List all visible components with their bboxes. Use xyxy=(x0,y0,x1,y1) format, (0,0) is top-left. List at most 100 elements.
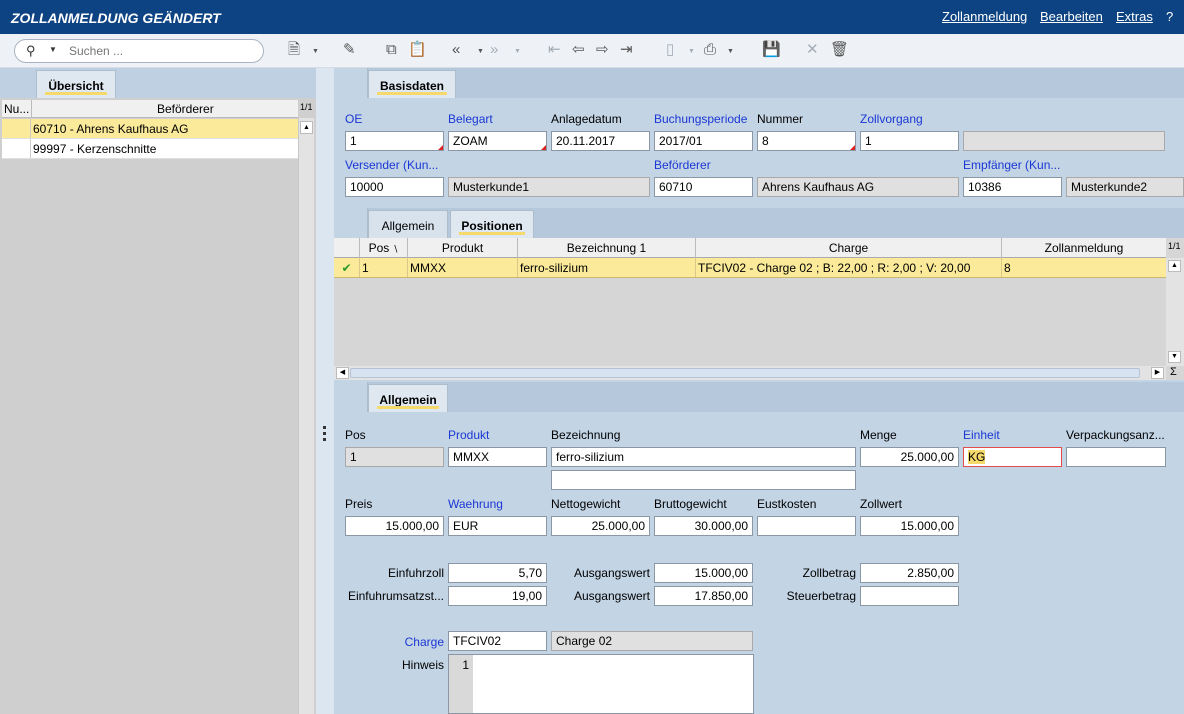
first-record-icon[interactable]: ⇤ xyxy=(548,42,561,58)
column-header-befoerderer[interactable]: Beförderer xyxy=(157,102,214,116)
label-empfaenger[interactable]: Empfänger (Kun... xyxy=(963,158,1060,172)
column-header-charge[interactable]: Charge xyxy=(696,238,1002,258)
preis-field[interactable]: 15.000,00 xyxy=(345,516,444,536)
scroll-left-icon[interactable]: ◀ xyxy=(336,367,349,379)
menu-extras[interactable]: Extras xyxy=(1116,9,1153,24)
column-header-zollanmeldung[interactable]: Zollanmeldung xyxy=(1002,238,1166,258)
menu-bearbeiten[interactable]: Bearbeiten xyxy=(1040,9,1103,24)
tab-uebersicht[interactable]: Übersicht xyxy=(36,70,116,98)
ausgangswert2-field[interactable]: 17.850,00 xyxy=(654,586,753,606)
cancel-icon[interactable]: ✕ xyxy=(806,42,819,58)
versender-field[interactable]: 10000 xyxy=(345,177,444,197)
buchungsperiode-field[interactable]: 2017/01 xyxy=(654,131,753,151)
anlagedatum-field[interactable]: 20.11.2017 xyxy=(551,131,650,151)
column-header-produkt[interactable]: Produkt xyxy=(408,238,518,258)
label-produkt[interactable]: Produkt xyxy=(448,428,489,442)
search-icon[interactable]: ⚲ xyxy=(26,43,36,59)
menu-help[interactable]: ? xyxy=(1166,9,1173,24)
scroll-up-icon[interactable]: ▲ xyxy=(300,121,313,134)
new-document-icon[interactable]: 🗎 xyxy=(288,42,300,58)
charge-field[interactable]: TFCIV02 xyxy=(448,631,547,651)
einheit-field[interactable]: KG xyxy=(963,447,1062,467)
drag-handle-icon[interactable] xyxy=(323,426,327,444)
copy-icon[interactable]: ⧉ xyxy=(386,42,397,58)
new-dropdown-icon[interactable]: ▼ xyxy=(312,48,319,55)
label-versender[interactable]: Versender (Kun... xyxy=(345,158,438,172)
empfaenger-field[interactable]: 10386 xyxy=(963,177,1062,197)
back-dropdown-icon[interactable]: ▼ xyxy=(477,48,484,55)
steuerbetrag-field[interactable] xyxy=(860,586,959,606)
waehrung-field[interactable]: EUR xyxy=(448,516,547,536)
einfuhrzoll-field[interactable]: 5,70 xyxy=(448,563,547,583)
row-selector[interactable] xyxy=(2,139,31,158)
scroll-up-icon[interactable]: ▲ xyxy=(1168,260,1181,272)
nettogewicht-field[interactable]: 25.000,00 xyxy=(551,516,650,536)
tab-basisdaten[interactable]: Basisdaten xyxy=(368,70,456,98)
menu-zollanmeldung[interactable]: Zollanmeldung xyxy=(942,9,1027,24)
edit-icon[interactable]: ✎ xyxy=(343,42,356,58)
row-selector[interactable] xyxy=(2,119,31,138)
bezeichnung2-field[interactable] xyxy=(551,470,856,490)
column-header-bezeichnung[interactable]: Bezeichnung 1 xyxy=(518,238,696,258)
verpackung-field[interactable] xyxy=(1066,447,1166,467)
next-record-icon[interactable]: ⇨ xyxy=(596,42,609,58)
zollbetrag-field[interactable]: 2.850,00 xyxy=(860,563,959,583)
delete-icon[interactable]: 🗑 xyxy=(830,42,849,58)
scroll-right-icon[interactable]: ▶ xyxy=(1151,367,1164,379)
positions-vscrollbar[interactable]: ▲ ▼ xyxy=(1166,258,1184,366)
save-icon[interactable]: 💾 xyxy=(762,42,781,58)
cell-charge[interactable]: TFCIV02 - Charge 02 ; B: 22,00 ; R: 2,00… xyxy=(696,258,1002,277)
zollwert-field[interactable]: 15.000,00 xyxy=(860,516,959,536)
bezeichnung-field[interactable]: ferro-silizium xyxy=(551,447,856,467)
cell-pos[interactable]: 1 xyxy=(360,258,408,277)
table-row[interactable]: ✔ 1 MMXX ferro-silizium TFCIV02 - Charge… xyxy=(334,258,1166,278)
report-icon[interactable]: ▯ xyxy=(666,42,674,58)
forward-dropdown-icon[interactable]: ▼ xyxy=(514,48,521,55)
eustkosten-field[interactable] xyxy=(757,516,856,536)
cell-bezeichnung[interactable]: ferro-silizium xyxy=(518,258,696,277)
column-header-pos[interactable]: Pos ∖ xyxy=(360,238,408,258)
label-zollvorgang[interactable]: Zollvorgang xyxy=(860,112,923,126)
column-header-number[interactable]: Nu... xyxy=(4,102,29,116)
panel-splitter[interactable] xyxy=(316,68,334,714)
scroll-down-icon[interactable]: ▼ xyxy=(1168,351,1181,363)
hinweis-textarea[interactable]: 1 xyxy=(448,654,754,714)
cell-produkt[interactable]: MMXX xyxy=(408,258,518,277)
produkt-field[interactable]: MMXX xyxy=(448,447,547,467)
back-double-icon[interactable]: « xyxy=(452,42,460,58)
ausgangswert1-field[interactable]: 15.000,00 xyxy=(654,563,753,583)
einfuhrumsatzst-field[interactable]: 19,00 xyxy=(448,586,547,606)
label-befoerderer[interactable]: Beförderer xyxy=(654,158,711,172)
nummer-field[interactable]: 8 xyxy=(757,131,856,151)
left-scrollbar[interactable]: ▲ xyxy=(298,118,314,714)
report-dropdown-icon[interactable]: ▼ xyxy=(688,48,695,55)
list-item[interactable]: 99997 - Kerzenschnitte xyxy=(2,139,298,159)
tab-detail-allgemein[interactable]: Allgemein xyxy=(368,384,448,412)
last-record-icon[interactable]: ⇥ xyxy=(620,42,633,58)
label-buchungsperiode[interactable]: Buchungsperiode xyxy=(654,112,747,126)
label-waehrung[interactable]: Waehrung xyxy=(448,497,503,511)
label-belegart[interactable]: Belegart xyxy=(448,112,493,126)
list-item[interactable]: 60710 - Ahrens Kaufhaus AG xyxy=(2,119,298,139)
sort-icon[interactable]: ∖ xyxy=(393,244,399,254)
tab-allgemein[interactable]: Allgemein xyxy=(368,210,448,238)
label-charge[interactable]: Charge xyxy=(334,635,444,649)
menge-field[interactable]: 25.000,00 xyxy=(860,447,959,467)
print-dropdown-icon[interactable]: ▼ xyxy=(727,48,734,55)
paste-icon[interactable]: 📋 xyxy=(408,42,427,58)
sum-icon[interactable]: Σ xyxy=(1170,366,1177,378)
scrollbar-thumb[interactable] xyxy=(350,368,1140,378)
search-input[interactable] xyxy=(69,43,249,59)
positions-hscrollbar[interactable]: ◀ ▶ xyxy=(334,366,1166,380)
prev-record-icon[interactable]: ⇦ xyxy=(572,42,585,58)
print-icon[interactable]: ⎙ xyxy=(704,42,716,58)
forward-double-icon[interactable]: » xyxy=(490,42,498,58)
search-box[interactable]: ⚲ ▼ xyxy=(14,39,264,63)
label-einheit[interactable]: Einheit xyxy=(963,428,1000,442)
label-oe[interactable]: OE xyxy=(345,112,362,126)
chevron-down-icon[interactable]: ▼ xyxy=(49,45,57,54)
befoerderer-field[interactable]: 60710 xyxy=(654,177,753,197)
oe-field[interactable]: 1 xyxy=(345,131,444,151)
zollvorgang-field[interactable]: 1 xyxy=(860,131,959,151)
cell-zollanmeldung[interactable]: 8 xyxy=(1002,258,1166,277)
